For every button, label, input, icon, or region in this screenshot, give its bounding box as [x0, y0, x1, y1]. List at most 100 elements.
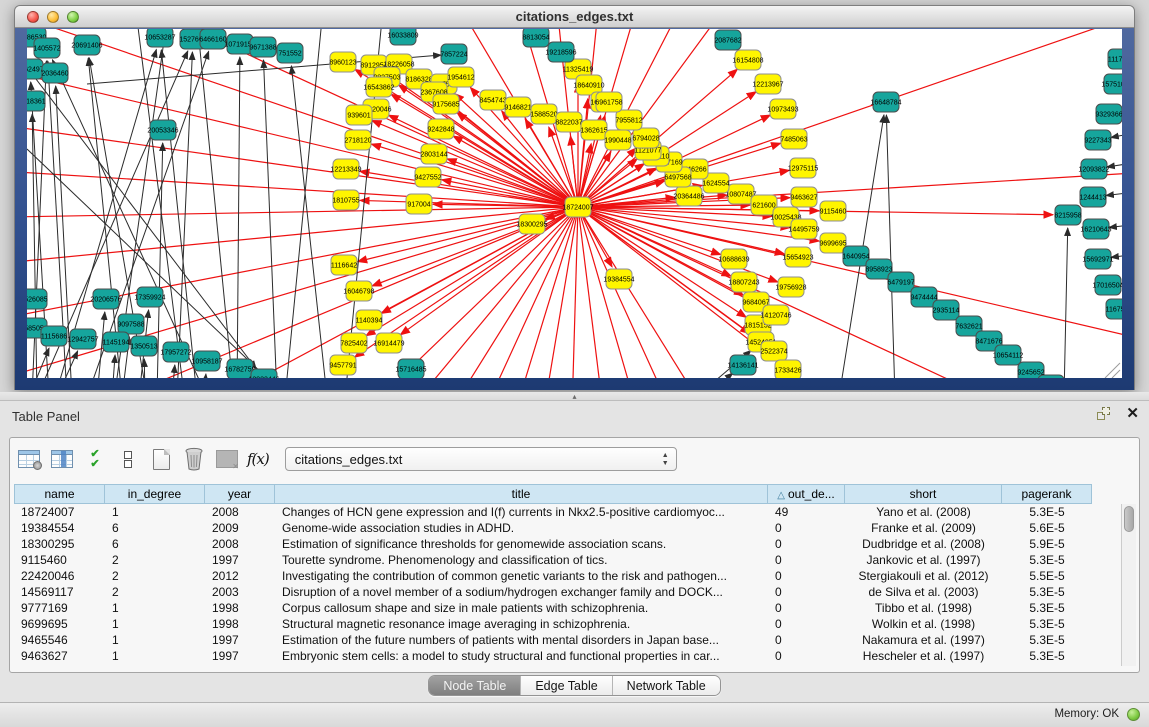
graph-node[interactable]: 1405572 — [33, 38, 60, 58]
scrollbar-thumb[interactable] — [1124, 506, 1134, 532]
tab-node-table[interactable]: Node Table — [429, 676, 520, 695]
graph-node[interactable]: 12213967 — [752, 74, 783, 94]
graph-node[interactable]: 14120746 — [760, 305, 791, 325]
graph-node[interactable]: 18724007 — [562, 197, 593, 217]
table-cell[interactable]: 9465546 — [14, 632, 105, 648]
table-cell[interactable]: 1 — [105, 504, 205, 520]
graph-node[interactable]: 6794028 — [632, 128, 659, 148]
graph-node[interactable]: 1115686 — [41, 326, 67, 346]
table-cell[interactable]: Dudbridge et al. (2008) — [845, 536, 1002, 552]
graph-node[interactable]: 2087682 — [714, 30, 741, 50]
table-cell[interactable]: 1997 — [205, 632, 275, 648]
graph-node[interactable]: 17957272 — [160, 342, 191, 362]
graph-node[interactable]: 7955812 — [615, 110, 642, 130]
graph-node[interactable]: 18300295 — [516, 214, 547, 234]
graph-node[interactable]: 1167534 — [1106, 299, 1122, 319]
close-window-icon[interactable] — [27, 11, 39, 23]
graph-node[interactable]: 15654923 — [782, 247, 813, 267]
table-cell[interactable]: 1997 — [205, 552, 275, 568]
table-cell[interactable]: 2012 — [205, 568, 275, 584]
table-cell[interactable]: Tourette syndrome. Phenomenology and cla… — [275, 552, 768, 568]
graph-node[interactable]: 2036460 — [41, 63, 68, 83]
table-cell[interactable]: 2003 — [205, 584, 275, 600]
graph-node[interactable]: 7857224 — [440, 44, 467, 64]
graph-node[interactable]: 20364486 — [673, 186, 704, 206]
table-cell[interactable]: 5.3E-5 — [1002, 632, 1092, 648]
graph-node[interactable]: 16543862 — [363, 77, 394, 97]
zoom-window-icon[interactable] — [67, 11, 79, 23]
citation-graph[interactable]: 1872400718300295896012389129541822605898… — [27, 29, 1122, 378]
table-cell[interactable]: 5.3E-5 — [1002, 504, 1092, 520]
graph-node[interactable]: 1588520 — [530, 104, 557, 124]
table-cell[interactable]: 5.5E-5 — [1002, 568, 1092, 584]
graph-node[interactable]: 917004 — [406, 194, 432, 214]
graph-node[interactable]: 20206576 — [90, 289, 121, 309]
graph-node[interactable]: 16046798 — [343, 281, 374, 301]
graph-node[interactable]: 14136141 — [727, 355, 758, 375]
window-titlebar[interactable]: citations_edges.txt — [15, 6, 1134, 28]
table-cell[interactable]: Embryonic stem cells: a model to study s… — [275, 648, 768, 664]
graph-node[interactable]: 751552 — [277, 43, 303, 63]
table-cell[interactable]: Wolkin et al. (1998) — [845, 616, 1002, 632]
graph-node[interactable]: 16914479 — [373, 333, 404, 353]
graph-node[interactable]: 20691406 — [71, 35, 102, 55]
table-settings-icon[interactable] — [16, 447, 42, 471]
graph-node[interactable]: 6479197 — [887, 272, 914, 292]
graph-node[interactable]: 8215958 — [1054, 205, 1081, 225]
graph-node[interactable]: 10654112 — [993, 345, 1024, 365]
graph-node[interactable]: 9671388 — [249, 37, 276, 57]
graph-node[interactable]: 9146821 — [504, 97, 531, 117]
table-cell[interactable]: 2 — [105, 568, 205, 584]
float-panel-icon[interactable] — [1097, 407, 1112, 421]
table-row[interactable]: 2242004622012Investigating the contribut… — [14, 568, 1092, 584]
table-cell[interactable]: Investigating the contribution of common… — [275, 568, 768, 584]
table-row[interactable]: 977716911998Corpus callosum shape and si… — [14, 600, 1092, 616]
column-header-title[interactable]: title — [275, 484, 768, 504]
table-cell[interactable]: 5.3E-5 — [1002, 552, 1092, 568]
table-cell[interactable]: de Silva et al. (2003) — [845, 584, 1002, 600]
column-header-year[interactable]: year — [205, 484, 275, 504]
graph-node[interactable]: 1733426 — [774, 360, 801, 378]
table-row[interactable]: 1938455462009Genome-wide association stu… — [14, 520, 1092, 536]
graph-node[interactable]: 15692971 — [1082, 249, 1113, 269]
graph-node[interactable]: 1350513 — [130, 336, 157, 356]
graph-node[interactable]: 9175685 — [432, 94, 459, 114]
graph-node[interactable]: 14495759 — [788, 219, 819, 239]
table-cell[interactable]: Jankovic et al. (1997) — [845, 552, 1002, 568]
function-builder-icon[interactable]: f(x) — [247, 450, 269, 468]
table-cell[interactable]: 9777169 — [14, 600, 105, 616]
graph-node[interactable]: 12213349 — [330, 159, 361, 179]
column-header-pagerank[interactable]: pagerank — [1002, 484, 1092, 504]
table-row[interactable]: 1830029562008Estimation of significance … — [14, 536, 1092, 552]
graph-node[interactable]: 9115460 — [820, 201, 847, 221]
table-cell[interactable]: 5.3E-5 — [1002, 584, 1092, 600]
graph-node[interactable]: 2718120 — [344, 130, 371, 150]
graph-node[interactable]: 15716485 — [395, 359, 426, 378]
graph-node[interactable]: 10688639 — [718, 249, 749, 269]
column-header-name[interactable]: name — [14, 484, 105, 504]
table-cell[interactable]: 2008 — [205, 504, 275, 520]
minimize-window-icon[interactable] — [47, 11, 59, 23]
table-cell[interactable]: Genome-wide association studies in ADHD. — [275, 520, 768, 536]
table-cell[interactable]: 5.3E-5 — [1002, 648, 1092, 664]
table-row[interactable]: 911546021997Tourette syndrome. Phenomeno… — [14, 552, 1092, 568]
table-cell[interactable]: 0 — [768, 552, 845, 568]
graph-node[interactable]: 18807243 — [728, 272, 759, 292]
graph-node[interactable]: 1810755 — [332, 190, 359, 210]
table-cell[interactable]: 0 — [768, 568, 845, 584]
select-columns-icon[interactable]: ✔✔ — [82, 447, 108, 471]
table-cell[interactable]: Nakamura et al. (1997) — [845, 632, 1002, 648]
graph-node[interactable]: 10973493 — [767, 99, 798, 119]
table-cell[interactable]: 2 — [105, 584, 205, 600]
table-cell[interactable]: 0 — [768, 536, 845, 552]
graph-node[interactable]: 9329366 — [1095, 104, 1122, 124]
table-cell[interactable]: 14569117 — [14, 584, 105, 600]
graph-node[interactable]: 2518361 — [27, 91, 46, 111]
column-edit-icon[interactable] — [49, 447, 75, 471]
table-row[interactable]: 946554611997Estimation of the future num… — [14, 632, 1092, 648]
graph-node[interactable]: 1116642 — [331, 255, 357, 275]
table-cell[interactable]: Estimation of the future numbers of pati… — [275, 632, 768, 648]
table-cell[interactable]: Franke et al. (2009) — [845, 520, 1002, 536]
tab-edge-table[interactable]: Edge Table — [520, 676, 611, 695]
table-cell[interactable]: 5.9E-5 — [1002, 536, 1092, 552]
